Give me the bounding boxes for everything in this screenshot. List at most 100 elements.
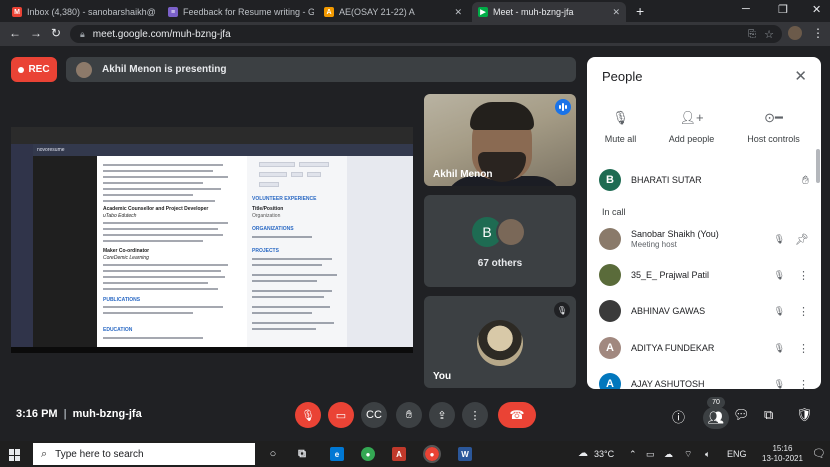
- more-options-icon[interactable]: ⋮: [798, 269, 809, 282]
- phone-icon: ☎︎: [509, 408, 525, 422]
- action-label: Host controls: [747, 134, 800, 144]
- new-tab-icon[interactable]: +: [636, 3, 644, 19]
- speaking-indicator-icon: [555, 99, 571, 115]
- word-icon[interactable]: W: [458, 447, 472, 461]
- battery-icon[interactable]: ▭: [646, 449, 655, 460]
- shared-taskbar: [11, 347, 413, 353]
- resume-publications-heading: PUBLICATIONS: [103, 297, 141, 303]
- language-indicator[interactable]: ENG: [727, 449, 747, 459]
- shared-app-header: novoresume: [33, 144, 413, 156]
- window-close-icon[interactable]: ✕: [812, 3, 821, 16]
- organizations-heading: ORGANIZATIONS: [252, 226, 294, 232]
- onedrive-icon[interactable]: ☁︎: [664, 449, 673, 460]
- star-icon[interactable]: ☆: [764, 28, 774, 41]
- participant-name: Sanobar Shaikh (You): [631, 229, 719, 239]
- participant-row[interactable]: A ADITYA FUNDEKAR 🎙︎ ⋮: [599, 333, 811, 363]
- windows-start-icon[interactable]: [9, 449, 21, 461]
- close-icon[interactable]: ✕: [794, 67, 807, 85]
- captions-button[interactable]: CC: [361, 402, 387, 428]
- chrome-icon[interactable]: ●: [361, 447, 375, 461]
- add-people-button[interactable]: 👤︎+ Add people: [654, 110, 729, 144]
- others-avatar-2: [496, 217, 526, 247]
- edge-icon[interactable]: e: [330, 447, 344, 461]
- more-options-icon[interactable]: ⋮: [798, 378, 809, 390]
- info-icon[interactable]: ⓘ: [672, 407, 685, 426]
- tab-label: Meet - muh-bzng-jfa: [493, 7, 574, 17]
- system-clock[interactable]: 15:16 13-10-2021: [762, 444, 803, 464]
- network-icon[interactable]: ⌔: [684, 449, 692, 460]
- tab-classroom[interactable]: A AE(OSAY 21-22) A ✕: [318, 2, 468, 22]
- search-icon: ⌕: [41, 447, 48, 460]
- weather-text[interactable]: 33°C: [594, 449, 614, 459]
- tab-forms[interactable]: ≡ Feedback for Resume writing - G ✕: [162, 2, 314, 22]
- participant-row[interactable]: Sanobar Shaikh (You) Meeting host 🎙︎ 📌︎: [599, 224, 811, 254]
- close-icon[interactable]: ✕: [608, 7, 620, 18]
- tab-strip: M Inbox (4,380) - sanobarshaikh@ ✕ ≡ Fee…: [0, 0, 830, 22]
- minimize-icon[interactable]: ─: [742, 3, 750, 15]
- mute-all-button[interactable]: 🎙︎ Mute all: [587, 110, 658, 144]
- resume-side-column: VOLUNTEER EXPERIENCE Title/Position Orga…: [247, 156, 347, 347]
- tab-label: AE(OSAY 21-22) A: [339, 7, 415, 17]
- weather-icon[interactable]: ☁︎: [578, 448, 588, 459]
- cortana-icon[interactable]: ○: [266, 447, 280, 461]
- screen-root: M Inbox (4,380) - sanobarshaikh@ ✕ ≡ Fee…: [0, 0, 830, 467]
- windows-taskbar: ⌕ Type here to search ○ ⧉ e ● A ● W ☁︎ 3…: [0, 441, 830, 467]
- pin-icon[interactable]: 📌︎: [795, 233, 809, 246]
- add-person-icon: 👤︎+: [679, 110, 704, 125]
- others-tile[interactable]: B 67 others: [424, 195, 576, 287]
- avatar: A: [599, 337, 621, 359]
- host-controls-button[interactable]: ⊙━ Host controls: [736, 110, 811, 144]
- raised-hand-row[interactable]: B BHARATI SUTAR ✋︎: [599, 165, 811, 195]
- mic-off-icon: 🎙︎: [301, 409, 315, 422]
- notifications-icon[interactable]: 🗨︎: [812, 447, 826, 460]
- raised-hand-icon[interactable]: ✋︎: [802, 173, 809, 188]
- app-name: novoresume: [37, 147, 65, 153]
- forward-icon[interactable]: →: [30, 26, 42, 40]
- participant-role: Meeting host: [631, 240, 677, 249]
- classroom-icon: A: [324, 7, 334, 17]
- menu-icon[interactable]: ⋮: [812, 26, 824, 40]
- more-options-button[interactable]: ⋮: [462, 402, 488, 428]
- cast-icon[interactable]: ⎘: [748, 29, 756, 40]
- chrome-active-icon[interactable]: ●: [423, 445, 441, 463]
- tab-meet[interactable]: ▶ Meet - muh-bzng-jfa ✕: [472, 2, 626, 22]
- close-icon[interactable]: ✕: [450, 7, 462, 18]
- scrollbar[interactable]: [816, 149, 820, 183]
- participant-row[interactable]: A AJAY ASHUTOSH 🎙︎ ⋮: [599, 369, 811, 389]
- participant-name: BHARATI SUTAR: [631, 175, 702, 185]
- back-icon[interactable]: ←: [9, 26, 21, 40]
- resume-job-title-2: Maker Co-ordinator: [103, 248, 150, 254]
- self-tile[interactable]: 🎙︎ You: [424, 296, 576, 388]
- pdf-icon[interactable]: A: [392, 447, 406, 461]
- chat-icon[interactable]: 💬︎: [733, 407, 750, 423]
- more-options-icon[interactable]: ⋮: [798, 342, 809, 355]
- leave-call-button[interactable]: ☎︎: [498, 402, 536, 428]
- task-view-icon[interactable]: ⧉: [295, 447, 309, 461]
- host-shield-icon[interactable]: 🛡︎: [796, 407, 813, 423]
- resume-education-heading: EDUCATION: [103, 327, 133, 333]
- tab-gmail[interactable]: M Inbox (4,380) - sanobarshaikh@ ✕: [6, 2, 156, 22]
- participant-row[interactable]: ABHINAV GAWAS 🎙︎ ⋮: [599, 296, 811, 326]
- meeting-code: muh-bzng-jfa: [72, 408, 142, 420]
- volume-icon[interactable]: 🔈︎: [705, 449, 710, 460]
- url-field[interactable]: 🔒︎ meet.google.com/muh-bzng-jfa ⎘ ☆: [70, 25, 782, 43]
- more-options-icon[interactable]: ⋮: [798, 305, 809, 318]
- profile-avatar[interactable]: [788, 26, 802, 40]
- lock-icon[interactable]: 🔒︎: [80, 29, 85, 40]
- rec-label: REC: [28, 64, 50, 75]
- speaker-tile[interactable]: Akhil Menon: [424, 94, 576, 186]
- participant-row[interactable]: 35_E_ Prajwal Patil 🎙︎ ⋮: [599, 260, 811, 290]
- taskbar-search[interactable]: ⌕ Type here to search: [33, 443, 255, 465]
- people-icon[interactable]: 👥︎: [703, 407, 729, 429]
- shared-right-panel: [347, 156, 413, 347]
- restore-icon[interactable]: ❐: [778, 3, 788, 16]
- gmail-icon: M: [12, 7, 22, 17]
- camera-toggle-button[interactable]: ▭: [328, 402, 354, 428]
- raise-hand-button[interactable]: ✋︎: [396, 402, 422, 428]
- volunteer-title: Title/Position: [252, 206, 284, 212]
- reload-icon[interactable]: ↻: [51, 26, 61, 40]
- activities-icon[interactable]: ⧉: [764, 407, 773, 423]
- tray-chevron-icon[interactable]: ⌃: [629, 449, 637, 460]
- mic-toggle-button[interactable]: 🎙︎: [295, 402, 321, 428]
- present-button[interactable]: ⇪: [429, 402, 455, 428]
